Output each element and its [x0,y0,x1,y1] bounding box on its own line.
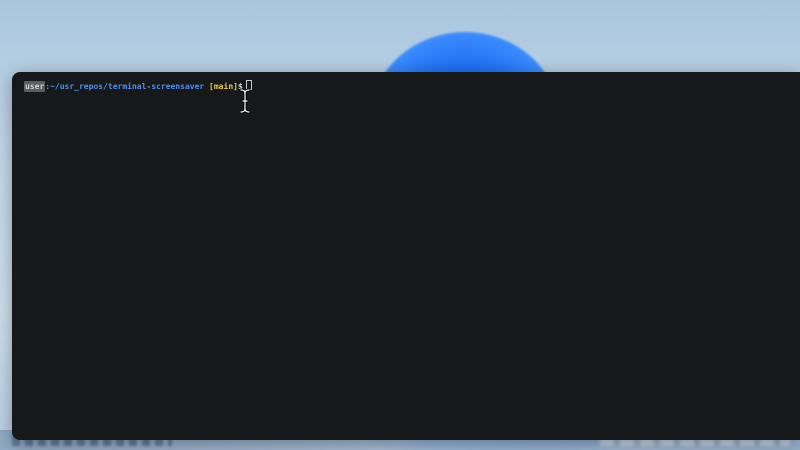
prompt-cwd: :~/usr_repos/terminal-screensaver [45,82,205,91]
prompt-user: user [24,81,46,92]
terminal-window[interactable]: user:~/usr_repos/terminal-screensaver [m… [12,72,800,440]
ibeam-cursor-icon [239,88,251,114]
prompt-line: user:~/usr_repos/terminal-screensaver [m… [24,80,252,92]
prompt-branch: [main] [209,82,238,91]
